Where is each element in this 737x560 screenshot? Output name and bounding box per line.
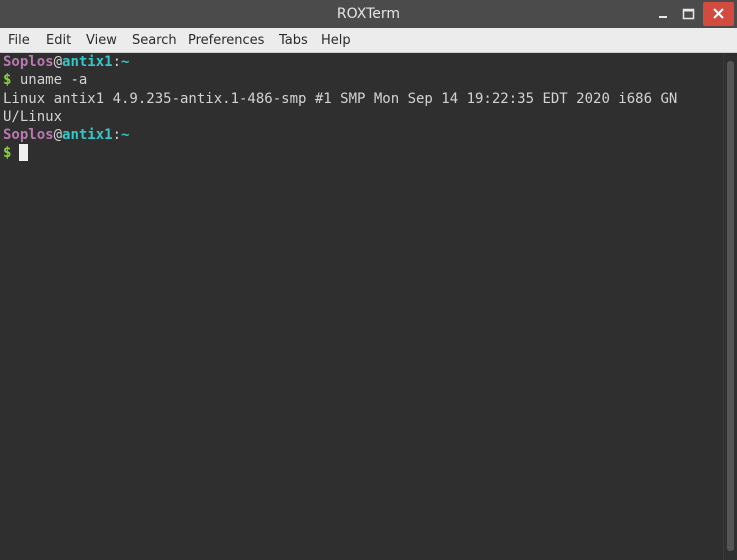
prompt-colon: : — [112, 54, 122, 70]
window-title: ROXTerm — [336, 6, 401, 22]
prompt-line: Soplos@antix1:~ — [3, 126, 129, 144]
vertical-scrollbar[interactable] — [723, 53, 737, 560]
maximize-button[interactable] — [676, 2, 702, 26]
prompt-at: @ — [53, 54, 63, 70]
menu-tabs[interactable]: Tabs — [279, 28, 308, 53]
prompt-dollar: $ — [3, 145, 12, 161]
menu-view[interactable]: View — [86, 28, 117, 53]
terminal-output[interactable]: Soplos@antix1:~ $ uname -a Linux antix1 … — [1, 53, 723, 559]
menu-file[interactable]: File — [8, 28, 30, 53]
prompt-colon: : — [112, 127, 122, 143]
menu-preferences[interactable]: Preferences — [188, 28, 264, 53]
maximize-icon — [682, 8, 695, 20]
prompt-path: ~ — [121, 54, 130, 70]
menu-search[interactable]: Search — [132, 28, 177, 53]
scrollbar-thumb[interactable] — [727, 61, 734, 551]
prompt-host: antix1 — [62, 54, 113, 70]
output-line: Linux antix1 4.9.235-antix.1-486-smp #1 … — [3, 91, 678, 107]
prompt-host: antix1 — [62, 127, 113, 143]
menu-bar: File Edit View Search Preferences Tabs H… — [0, 28, 737, 53]
prompt-line: Soplos@antix1:~ — [3, 53, 129, 71]
command-line: $ uname -a — [3, 71, 87, 89]
terminal-window: ROXTerm File Edit View Search Preference… — [0, 0, 737, 560]
prompt-path: ~ — [121, 127, 130, 143]
minimize-icon — [659, 16, 667, 18]
command-text: uname -a — [11, 72, 88, 88]
prompt-at: @ — [53, 127, 63, 143]
title-bar[interactable]: ROXTerm — [0, 0, 737, 28]
close-button[interactable] — [703, 2, 734, 26]
input-line[interactable]: $ — [3, 144, 29, 162]
prompt-user: Soplos — [3, 54, 54, 70]
output-line-wrap: U/Linux — [3, 109, 63, 125]
minimize-button[interactable] — [650, 2, 676, 26]
menu-help[interactable]: Help — [321, 28, 351, 53]
text-cursor — [19, 144, 29, 161]
menu-edit[interactable]: Edit — [46, 28, 71, 53]
close-icon — [713, 8, 724, 19]
prompt-user: Soplos — [3, 127, 54, 143]
